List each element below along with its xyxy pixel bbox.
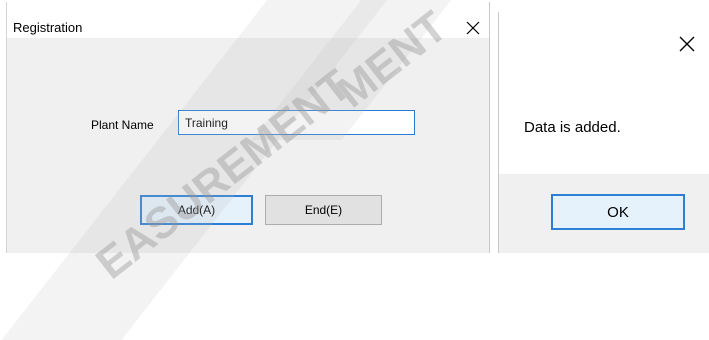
close-icon[interactable]	[464, 19, 482, 37]
close-icon[interactable]	[677, 34, 697, 54]
plant-name-input[interactable]	[178, 110, 415, 135]
registration-dialog: Registration Plant Name Add(A) End(E)	[6, 2, 490, 253]
message-box: Data is added. OK	[498, 12, 709, 253]
add-button[interactable]: Add(A)	[140, 195, 253, 225]
ok-button[interactable]: OK	[551, 194, 685, 230]
end-button[interactable]: End(E)	[265, 195, 382, 225]
registration-titlebar[interactable]: Registration	[7, 2, 489, 38]
registration-title: Registration	[13, 20, 83, 35]
message-text: Data is added.	[524, 119, 621, 136]
plant-name-label: Plant Name	[91, 118, 154, 132]
